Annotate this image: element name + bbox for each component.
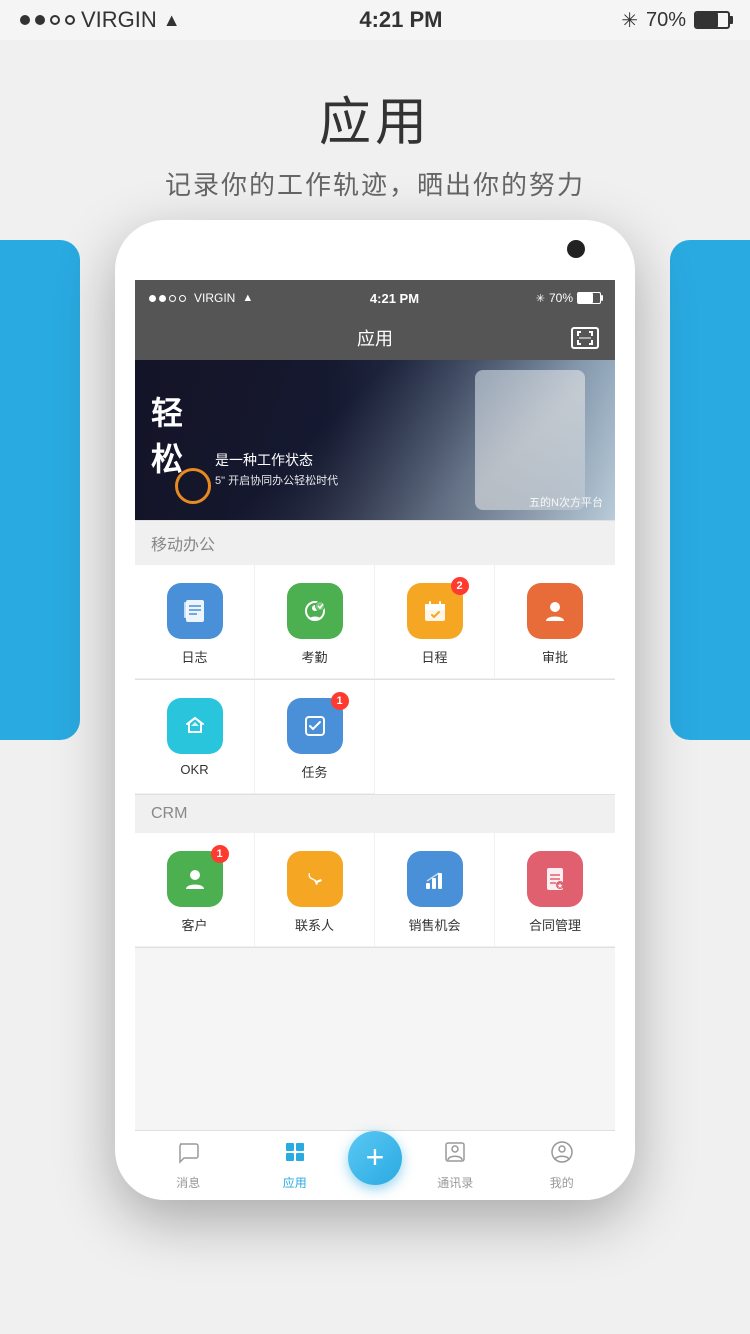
app-item-task[interactable]: 1 任务 — [255, 680, 375, 794]
phone-screen: VIRGIN ▲ 4:21 PM ✳ 70% 应用 — [135, 280, 615, 1200]
status-right: ✳ 70% — [621, 8, 730, 33]
app-item-okr[interactable]: OKR — [135, 680, 255, 794]
inner-wifi-icon: ▲ — [242, 292, 253, 304]
banner-circle — [175, 468, 211, 504]
tab-label-apps: 应用 — [283, 1174, 307, 1191]
banner: 轻松 是一种工作状态 5" 开启协同办公轻松时代 五的N次方平台 — [135, 360, 615, 520]
app-item-approval[interactable]: 审批 — [495, 565, 615, 679]
main-content: 应用 记录你的工作轨迹，晒出你的努力 VIRGIN ▲ 4:21 PM — [0, 40, 750, 1334]
scan-icon[interactable] — [571, 327, 599, 349]
phone-mockup: VIRGIN ▲ 4:21 PM ✳ 70% 应用 — [115, 220, 635, 1200]
app-label-task: 任务 — [301, 762, 327, 781]
app-label-sales: 销售机会 — [408, 915, 460, 934]
app-item-sales[interactable]: 销售机会 — [375, 833, 495, 947]
app-icon-schedule: 2 — [407, 583, 463, 639]
battery-percent: 70% — [646, 9, 686, 32]
inner-signal-3 — [169, 295, 176, 302]
inner-battery-pct: 70% — [549, 291, 573, 305]
blue-left-decor — [0, 240, 80, 740]
inner-bluetooth-icon: ✳ — [536, 292, 545, 305]
carrier-label: VIRGIN — [81, 7, 157, 33]
tab-messages[interactable]: 消息 — [135, 1140, 242, 1191]
app-label-attendance: 考勤 — [301, 647, 327, 666]
app-icon-task: 1 — [287, 698, 343, 754]
battery-fill — [696, 13, 718, 27]
app-label-approval: 审批 — [542, 647, 568, 666]
inner-navbar-title: 应用 — [357, 325, 393, 351]
blue-right-decor — [670, 240, 750, 740]
app-label-okr: OKR — [180, 762, 208, 777]
signal-dot-3 — [50, 15, 60, 25]
contacts-tab-icon — [443, 1140, 467, 1170]
badge-schedule: 2 — [451, 577, 469, 595]
camera-dot — [567, 240, 585, 258]
inner-status-bar: VIRGIN ▲ 4:21 PM ✳ 70% — [135, 280, 615, 316]
tab-profile[interactable]: 我的 — [509, 1140, 616, 1191]
app-icon-sales — [407, 851, 463, 907]
section-label-office: 移动办公 — [135, 520, 615, 565]
app-item-contract[interactable]: ★ 合同管理 — [495, 833, 615, 947]
tab-apps[interactable]: 应用 — [242, 1140, 349, 1191]
app-icon-approval — [527, 583, 583, 639]
inner-battery-tip — [601, 295, 603, 301]
app-item-schedule[interactable]: 2 日程 — [375, 565, 495, 679]
app-label-schedule: 日程 — [421, 647, 447, 666]
app-icon-attendance — [287, 583, 343, 639]
banner-main-text: 轻松 — [151, 388, 185, 480]
status-time: 4:21 PM — [359, 7, 442, 33]
signal-dot-4 — [65, 15, 75, 25]
badge-task: 1 — [331, 692, 349, 710]
app-item-customer[interactable]: 1 客户 — [135, 833, 255, 947]
app-label-contacts: 联系人 — [295, 915, 334, 934]
banner-chair-bg — [475, 370, 585, 510]
tab-label-profile: 我的 — [550, 1174, 574, 1191]
profile-icon — [550, 1140, 574, 1170]
inner-navbar: 应用 — [135, 316, 615, 360]
tab-label-contacts: 通讯录 — [437, 1174, 473, 1191]
bluetooth-icon: ✳ — [621, 8, 638, 33]
badge-customer: 1 — [211, 845, 229, 863]
banner-tagline: 是一种工作状态 — [215, 450, 313, 470]
app-grid-office-row2: OKR 1 任务 — [135, 680, 615, 794]
app-icon-contacts — [287, 851, 343, 907]
app-grid-office-row1: 日志 考勤 — [135, 565, 615, 680]
tab-contacts[interactable]: 通讯录 — [402, 1140, 509, 1191]
signal-dot-2 — [35, 15, 45, 25]
battery-bar — [694, 11, 730, 29]
messages-icon — [176, 1140, 200, 1170]
page-title: 应用 — [0, 80, 750, 155]
inner-time: 4:21 PM — [370, 291, 419, 306]
app-item-attendance[interactable]: 考勤 — [255, 565, 375, 679]
svg-text:★: ★ — [557, 882, 563, 890]
app-item-journal[interactable]: 日志 — [135, 565, 255, 679]
inner-battery-fill — [578, 293, 593, 303]
app-icon-customer: 1 — [167, 851, 223, 907]
page-subtitle: 记录你的工作轨迹，晒出你的努力 — [0, 165, 750, 202]
crm-grid: 1 客户 联系人 — [135, 833, 615, 948]
app-item-contacts[interactable]: 联系人 — [255, 833, 375, 947]
section-label-crm: CRM — [135, 794, 615, 833]
inner-tab-bar: 消息 应用 + — [135, 1130, 615, 1200]
app-label-contract: 合同管理 — [529, 915, 581, 934]
app-icon-contract: ★ — [527, 851, 583, 907]
banner-desc: 5" 开启协同办公轻松时代 — [215, 472, 338, 488]
banner-platform: 五的N次方平台 — [529, 494, 603, 510]
status-bar: VIRGIN ▲ 4:21 PM ✳ 70% — [0, 0, 750, 40]
inner-signal-2 — [159, 295, 166, 302]
page-header: 应用 记录你的工作轨迹，晒出你的努力 — [0, 40, 750, 222]
wifi-icon: ▲ — [163, 10, 181, 31]
apps-icon — [283, 1140, 307, 1170]
app-label-customer: 客户 — [181, 915, 207, 934]
inner-signal-1 — [149, 295, 156, 302]
tab-plus-button[interactable]: + — [348, 1131, 402, 1185]
signal-dot-1 — [20, 15, 30, 25]
app-label-journal: 日志 — [181, 647, 207, 666]
app-icon-okr — [167, 698, 223, 754]
status-left: VIRGIN ▲ — [20, 7, 181, 33]
inner-signal-4 — [179, 295, 186, 302]
inner-carrier: VIRGIN — [194, 291, 235, 305]
inner-battery — [577, 292, 601, 304]
tab-label-messages: 消息 — [176, 1174, 200, 1191]
app-icon-journal — [167, 583, 223, 639]
